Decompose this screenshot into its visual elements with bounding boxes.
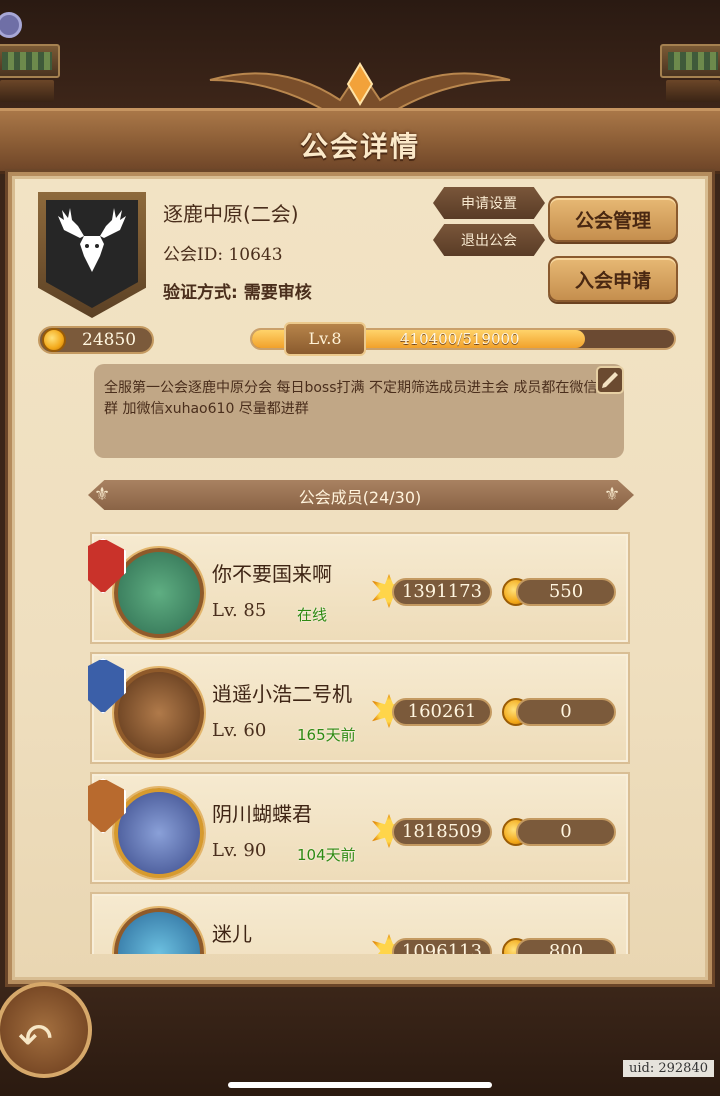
- member-name: 逍遥小浩二号机: [212, 682, 352, 706]
- member-avatar: [114, 668, 204, 758]
- guild-id: 公会ID: 10643: [163, 245, 283, 265]
- edit-description-icon[interactable]: [596, 366, 624, 394]
- member-card[interactable]: 你不要国来啊 Lv. 85 在线 1391173 550: [88, 532, 630, 644]
- member-name: 阴川蝴蝶君: [212, 802, 312, 826]
- guild-gold-box: 24850: [38, 326, 154, 354]
- leave-guild-button[interactable]: 退出公会: [433, 224, 545, 256]
- member-contribution: 0: [516, 818, 616, 846]
- member-card[interactable]: 迷儿 1096113 800: [90, 892, 630, 954]
- member-avatar: [114, 908, 204, 954]
- member-avatar: [114, 788, 204, 878]
- deer-icon: [58, 208, 126, 272]
- member-card[interactable]: 逍遥小浩二号机 Lv. 60 165天前 160261 0: [88, 652, 630, 764]
- back-arrow-icon: ↶: [18, 1014, 54, 1063]
- title-bar: 公会详情: [0, 108, 720, 174]
- member-level: Lv. 85: [212, 600, 267, 621]
- bottom-bar: [0, 986, 720, 1096]
- member-power: 1096113: [392, 938, 492, 954]
- top-right-ornament: [660, 44, 720, 104]
- join-requests-button[interactable]: 入会申请: [548, 256, 678, 302]
- top-left-ornament: [0, 44, 60, 104]
- home-indicator[interactable]: [228, 1082, 492, 1088]
- member-contribution: 0: [516, 698, 616, 726]
- member-power: 160261: [392, 698, 492, 726]
- member-power: 1818509: [392, 818, 492, 846]
- back-button[interactable]: ↶: [0, 982, 92, 1078]
- member-avatar: [114, 548, 204, 638]
- member-status: 在线: [297, 606, 328, 624]
- guild-level-badge: Lv.8: [284, 322, 366, 356]
- member-status: 104天前: [297, 846, 356, 864]
- coin-icon: [42, 328, 66, 352]
- guild-name: 逐鹿中原(二会): [163, 202, 299, 226]
- member-contribution: 800: [516, 938, 616, 954]
- guild-verify-method: 验证方式: 需要审核: [163, 283, 312, 303]
- guild-manage-button[interactable]: 公会管理: [548, 196, 678, 242]
- member-status: 165天前: [297, 726, 356, 744]
- members-title: 公会成员(24/30): [298, 488, 422, 507]
- member-level: Lv. 60: [212, 720, 267, 741]
- page-title: 公会详情: [299, 130, 420, 163]
- member-power: 1391173: [392, 578, 492, 606]
- member-level: Lv. 90: [212, 840, 267, 861]
- apply-settings-button[interactable]: 申请设置: [433, 187, 545, 219]
- guild-exp-text: 410400/519000: [400, 330, 520, 348]
- guild-gold-value: 24850: [82, 330, 137, 350]
- member-name: 迷儿: [212, 922, 252, 946]
- member-name: 你不要国来啊: [212, 562, 332, 586]
- member-contribution: 550: [516, 578, 616, 606]
- member-list[interactable]: 你不要国来啊 Lv. 85 在线 1391173 550 逍遥小浩二号机 Lv.…: [88, 526, 634, 954]
- guild-description: 全服第一公会逐鹿中原分会 每日boss打满 不定期筛选成员进主会 成员都在微信群…: [104, 380, 598, 417]
- member-card[interactable]: 阴川蝴蝶君 Lv. 90 104天前 1818509 0: [88, 772, 630, 884]
- uid-label: uid: 292840: [623, 1060, 714, 1077]
